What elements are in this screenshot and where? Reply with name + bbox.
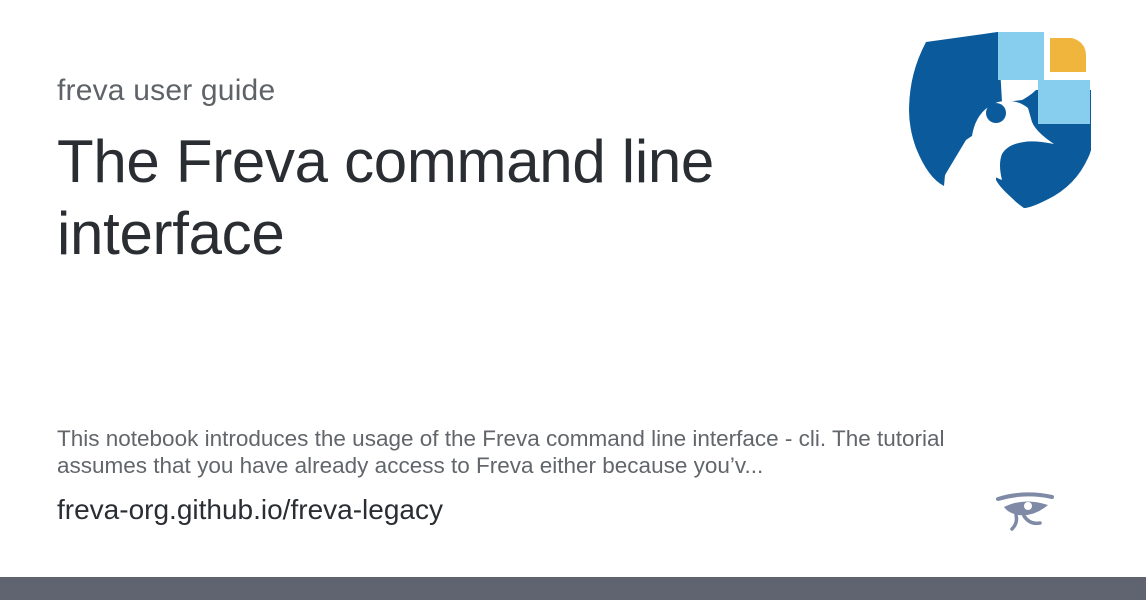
bottom-bar <box>0 577 1146 600</box>
link-preview-card[interactable]: freva user guide The Freva command line … <box>0 0 1146 577</box>
eye-of-horus-icon <box>996 492 1054 531</box>
url-link[interactable]: freva-org.github.io/freva-legacy <box>57 494 443 526</box>
description: This notebook introduces the usage of th… <box>57 426 945 478</box>
logo-eye <box>986 103 1006 123</box>
logo-square-orange <box>1050 38 1086 72</box>
page-title: The Freva command line interface <box>57 128 715 267</box>
freva-logo-icon <box>909 32 1092 208</box>
logo-square-1 <box>998 32 1044 80</box>
logo-square-2 <box>1038 80 1090 124</box>
site-name: freva user guide <box>57 74 276 107</box>
